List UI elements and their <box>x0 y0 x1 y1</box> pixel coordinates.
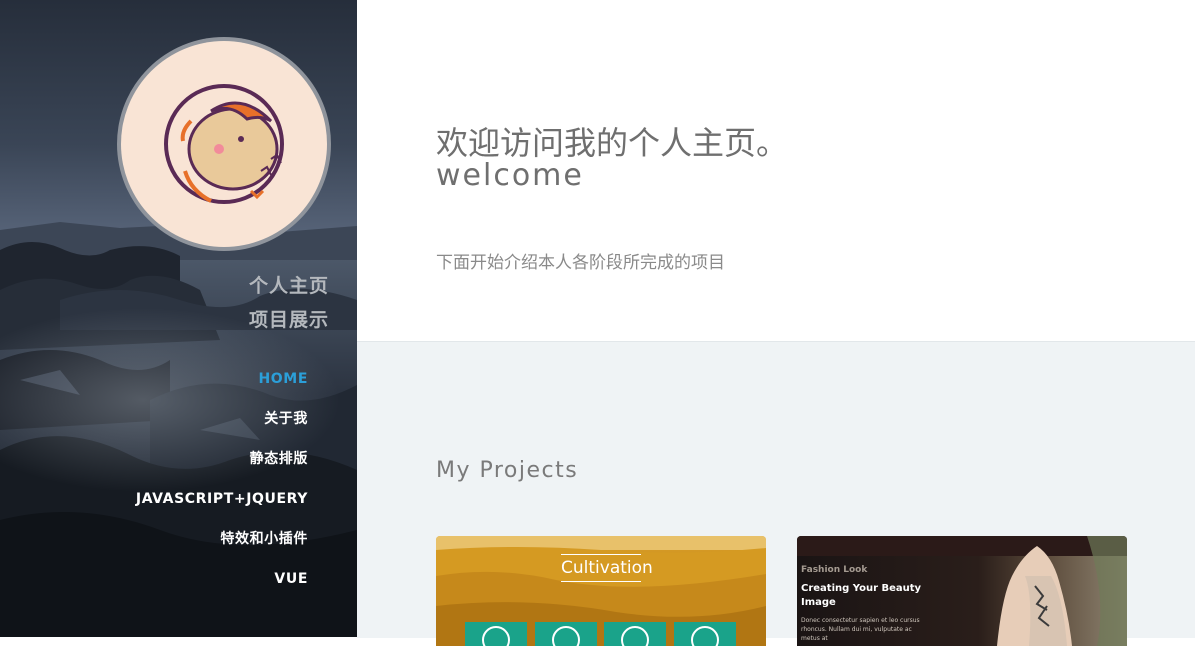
avatar <box>121 41 327 247</box>
projects-heading: My Projects <box>436 458 579 483</box>
sidebar: 个人主页 项目展示 HOME 关于我 静态排版 JAVASCRIPT+JQUER… <box>0 0 357 637</box>
hero-section: 欢迎访问我的个人主页。 welcome 下面开始介绍本人各阶段所完成的项目 <box>357 0 1195 341</box>
project-card-eyebrow: Fashion Look <box>801 565 868 575</box>
circle-icon <box>691 626 719 646</box>
hero-description: 下面开始介绍本人各阶段所完成的项目 <box>436 253 725 273</box>
project-card-headline: Creating Your Beauty Image <box>801 583 922 608</box>
sidebar-nav: HOME 关于我 静态排版 JAVASCRIPT+JQUERY 特效和小插件 V… <box>136 362 308 602</box>
circle-icon <box>552 626 580 646</box>
feature-tile <box>674 622 736 646</box>
hedgehog-avatar-icon <box>164 84 284 204</box>
sidebar-brand-title: 个人主页 <box>248 275 329 297</box>
hero-subtitle: welcome <box>436 158 584 193</box>
project-card-cultivation[interactable]: Cultivation <box>436 536 766 646</box>
project-card-title: Cultivation <box>561 554 653 582</box>
feature-tile <box>535 622 597 646</box>
nav-item-effects-plugins[interactable]: 特效和小插件 <box>136 522 308 562</box>
project-card-body: Donec consectetur sapien et leo cursus r… <box>801 617 920 642</box>
project-card-fashion[interactable]: Fashion Look Creating Your Beauty Image … <box>797 536 1127 646</box>
nav-item-about[interactable]: 关于我 <box>136 402 308 442</box>
feature-tile <box>465 622 527 646</box>
circle-icon <box>621 626 649 646</box>
circle-icon <box>482 626 510 646</box>
nav-item-vue[interactable]: VUE <box>136 562 308 602</box>
nav-item-home[interactable]: HOME <box>136 362 308 402</box>
projects-section: My Projects Cultivation Fashion Look Cre… <box>357 341 1195 646</box>
sidebar-brand-subtitle: 项目展示 <box>248 309 329 331</box>
nav-item-javascript-jquery[interactable]: JAVASCRIPT+JQUERY <box>136 482 308 522</box>
nav-item-static-layout[interactable]: 静态排版 <box>136 442 308 482</box>
feature-tile <box>604 622 666 646</box>
